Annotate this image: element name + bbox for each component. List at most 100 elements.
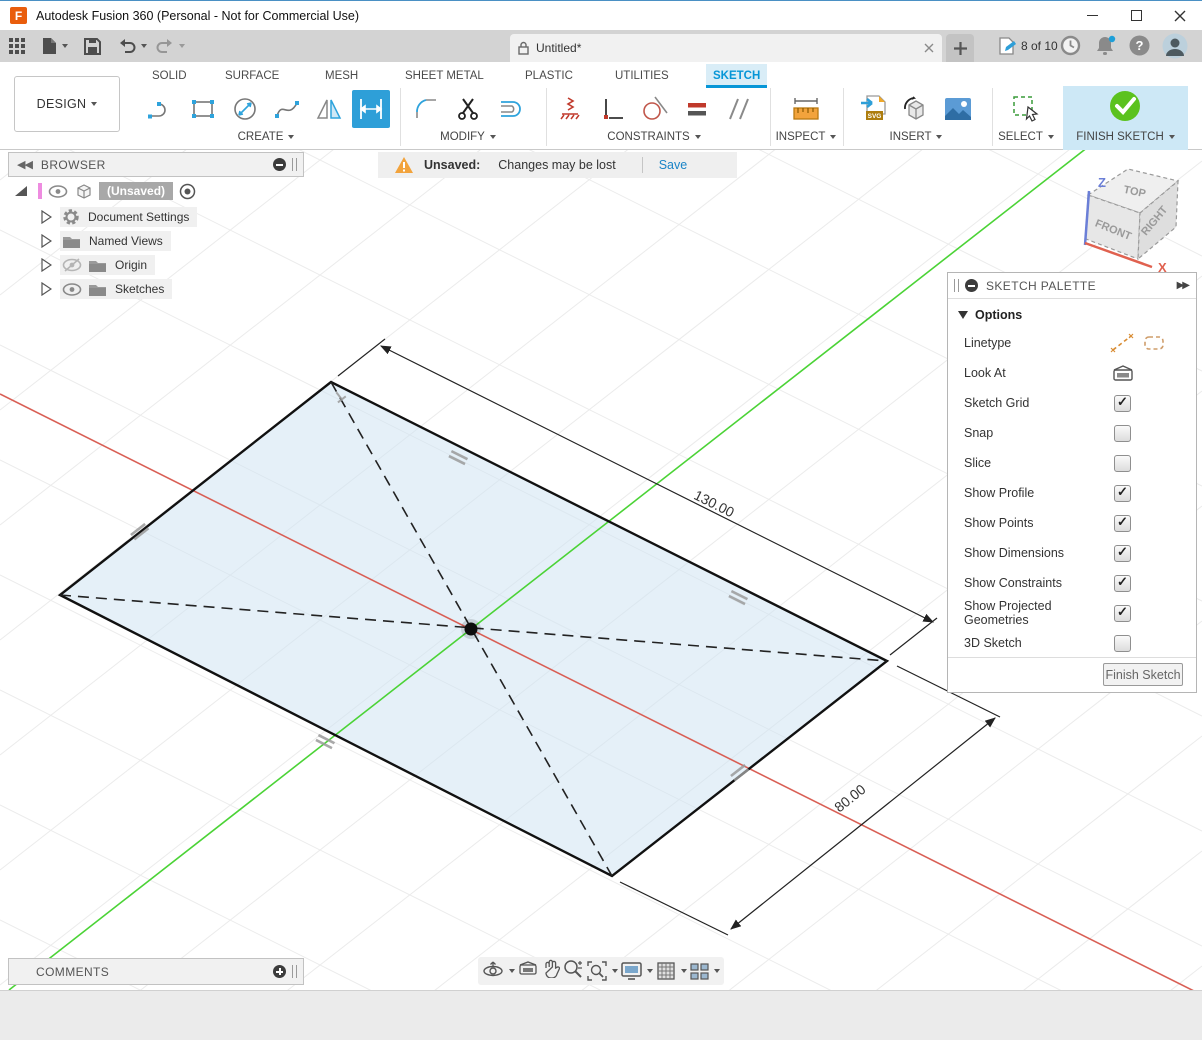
document-tab[interactable]: Untitled* — [510, 34, 942, 62]
group-select[interactable]: SELECT — [992, 131, 1060, 147]
browser-item-sketches[interactable]: Sketches — [40, 279, 172, 299]
trim-tool[interactable] — [450, 90, 488, 128]
undo-button[interactable] — [118, 34, 147, 58]
redo-button[interactable] — [156, 34, 185, 58]
panel-grip[interactable] — [292, 965, 297, 978]
finish-sketch-palette-button[interactable]: Finish Sketch — [1103, 663, 1183, 686]
visibility-eye-icon[interactable] — [48, 185, 68, 198]
zoom-icon[interactable] — [563, 959, 583, 984]
browser-header[interactable]: ◀◀ BROWSER — [8, 152, 304, 177]
pan-icon[interactable] — [542, 959, 560, 983]
look-at-icon[interactable] — [1112, 364, 1134, 382]
select-tool[interactable] — [1007, 90, 1045, 128]
tab-plastic[interactable]: PLASTIC — [518, 64, 580, 88]
collapsed-arrow-icon[interactable] — [40, 258, 52, 272]
expand-right-icon[interactable]: ▶▶ — [1177, 280, 1188, 291]
collapsed-arrow-icon[interactable] — [40, 234, 52, 248]
parallel-constraint-tool[interactable] — [720, 90, 758, 128]
tab-utilities[interactable]: UTILITIES — [608, 64, 676, 88]
viewports-icon[interactable] — [690, 963, 720, 980]
visibility-eye-icon[interactable] — [62, 283, 82, 296]
notifications-bell-icon[interactable] — [1095, 35, 1117, 61]
expanded-arrow-icon[interactable] — [14, 185, 28, 197]
show-points-checkbox[interactable] — [1114, 515, 1131, 532]
display-settings-icon[interactable] — [621, 962, 653, 980]
save-button[interactable] — [84, 34, 101, 58]
measure-tool[interactable] — [787, 90, 825, 128]
spline-tool[interactable] — [268, 90, 306, 128]
3d-sketch-checkbox[interactable] — [1114, 635, 1131, 652]
equal-constraint-tool[interactable] — [678, 90, 716, 128]
slice-checkbox[interactable] — [1114, 455, 1131, 472]
save-link[interactable]: Save — [659, 158, 688, 172]
options-section-header[interactable]: Options — [948, 303, 1196, 327]
panel-grip[interactable] — [954, 279, 959, 292]
offset-tool[interactable] — [492, 90, 530, 128]
sketch-dimension-tool[interactable] — [352, 90, 390, 128]
comments-header[interactable]: COMMENTS — [8, 958, 304, 985]
orbit-icon[interactable] — [482, 961, 515, 981]
construction-line-icon[interactable] — [1110, 333, 1134, 353]
new-tab-button[interactable] — [946, 34, 974, 62]
maximize-button[interactable] — [1114, 1, 1158, 30]
tab-sketch[interactable]: SKETCH — [706, 64, 767, 88]
panel-collapse-icon[interactable] — [273, 158, 286, 171]
finish-sketch-button[interactable]: FINISH SKETCH — [1063, 86, 1188, 150]
tab-sheet-metal[interactable]: SHEET METAL — [398, 64, 491, 88]
visibility-off-eye-icon[interactable] — [62, 258, 82, 272]
activate-component-icon[interactable] — [179, 183, 196, 200]
viewcube[interactable]: TOP FRONT RIGHT Z X — [1050, 155, 1200, 273]
group-create[interactable]: CREATE — [142, 131, 390, 147]
workspace-selector[interactable]: DESIGN — [14, 76, 120, 132]
browser-item-named-views[interactable]: Named Views — [40, 231, 171, 251]
grid-display-icon[interactable] — [657, 962, 687, 981]
show-profile-checkbox[interactable] — [1114, 485, 1131, 502]
line-tool[interactable] — [142, 90, 180, 128]
close-button[interactable] — [1158, 1, 1202, 30]
circle-tool[interactable] — [226, 90, 264, 128]
tab-solid[interactable]: SOLID — [145, 64, 194, 88]
browser-item-document-settings[interactable]: Document Settings — [40, 207, 197, 227]
tree-item-label[interactable]: Origin — [115, 258, 147, 272]
collapse-left-icon[interactable]: ◀◀ — [17, 158, 32, 171]
file-menu-button[interactable] — [42, 34, 68, 58]
tree-item-label[interactable]: Sketches — [115, 282, 164, 296]
snap-checkbox[interactable] — [1114, 425, 1131, 442]
show-constraints-checkbox[interactable] — [1114, 575, 1131, 592]
panel-grip[interactable] — [292, 158, 297, 171]
centerline-icon[interactable] — [1143, 334, 1165, 352]
root-document-label[interactable]: (Unsaved) — [99, 182, 173, 200]
origin-point[interactable] — [465, 623, 478, 636]
group-inspect[interactable]: INSPECT — [770, 131, 842, 147]
tab-surface[interactable]: SURFACE — [218, 64, 286, 88]
help-icon[interactable]: ? — [1129, 35, 1150, 61]
show-projected-geometries-checkbox[interactable] — [1114, 605, 1131, 622]
group-constraints[interactable]: CONSTRAINTS — [546, 131, 762, 147]
collapsed-arrow-icon[interactable] — [40, 210, 52, 224]
group-modify[interactable]: MODIFY — [400, 131, 536, 147]
group-insert[interactable]: INSERT — [843, 131, 989, 147]
sketch-palette-header[interactable]: SKETCH PALETTE ▶▶ — [948, 273, 1196, 299]
schedule-clock-icon[interactable] — [1060, 35, 1081, 61]
browser-item-origin[interactable]: Origin — [40, 255, 155, 275]
fix-constraint-tool[interactable] — [552, 90, 590, 128]
app-launcher-grid-icon[interactable] — [8, 34, 26, 58]
tab-mesh[interactable]: MESH — [318, 64, 365, 88]
job-status-button[interactable]: 8 of 10 — [998, 37, 1058, 55]
add-comment-icon[interactable] — [273, 965, 286, 978]
fillet-tool[interactable] — [408, 90, 446, 128]
fit-icon[interactable] — [587, 961, 618, 981]
rectangle-tool[interactable] — [184, 90, 222, 128]
show-dimensions-checkbox[interactable] — [1114, 545, 1131, 562]
look-at-icon[interactable] — [518, 960, 538, 982]
horizontal-vertical-constraint-tool[interactable] — [594, 90, 632, 128]
tree-item-label[interactable]: Named Views — [89, 234, 163, 248]
tab-close-icon[interactable] — [924, 43, 934, 53]
mirror-tool[interactable] — [310, 90, 348, 128]
canvas-tool[interactable] — [939, 90, 977, 128]
insert-svg-tool[interactable]: SVG — [855, 90, 893, 128]
collapsed-arrow-icon[interactable] — [40, 282, 52, 296]
panel-collapse-icon[interactable] — [965, 279, 978, 292]
sketch-grid-checkbox[interactable] — [1114, 395, 1131, 412]
account-avatar[interactable] — [1162, 33, 1188, 64]
